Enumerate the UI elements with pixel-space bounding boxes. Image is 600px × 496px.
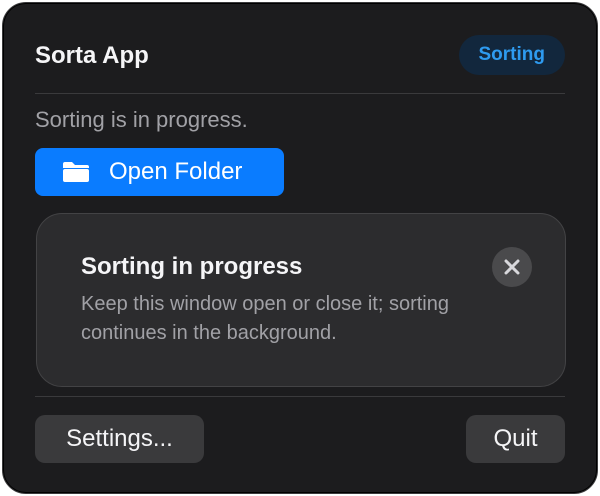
status-badge: Sorting <box>458 35 565 75</box>
settings-button[interactable]: Settings... <box>35 415 204 463</box>
notice-close-button[interactable] <box>492 247 532 287</box>
open-folder-label: Open Folder <box>109 158 243 185</box>
open-folder-button[interactable]: Open Folder <box>35 148 284 196</box>
close-icon <box>503 258 521 276</box>
sorting-notice-card: Sorting in progress Keep this window ope… <box>36 213 566 387</box>
app-title: Sorta App <box>35 42 149 69</box>
notice-title: Sorting in progress <box>81 253 303 280</box>
footer-divider <box>35 396 565 397</box>
quit-button[interactable]: Quit <box>466 415 565 463</box>
status-text: Sorting is in progress. <box>35 107 248 132</box>
header-divider <box>35 93 565 94</box>
folder-icon <box>61 160 91 184</box>
app-window: Sorta App Sorting Sorting is in progress… <box>2 2 598 494</box>
notice-body: Keep this window open or close it; sorti… <box>81 293 449 344</box>
